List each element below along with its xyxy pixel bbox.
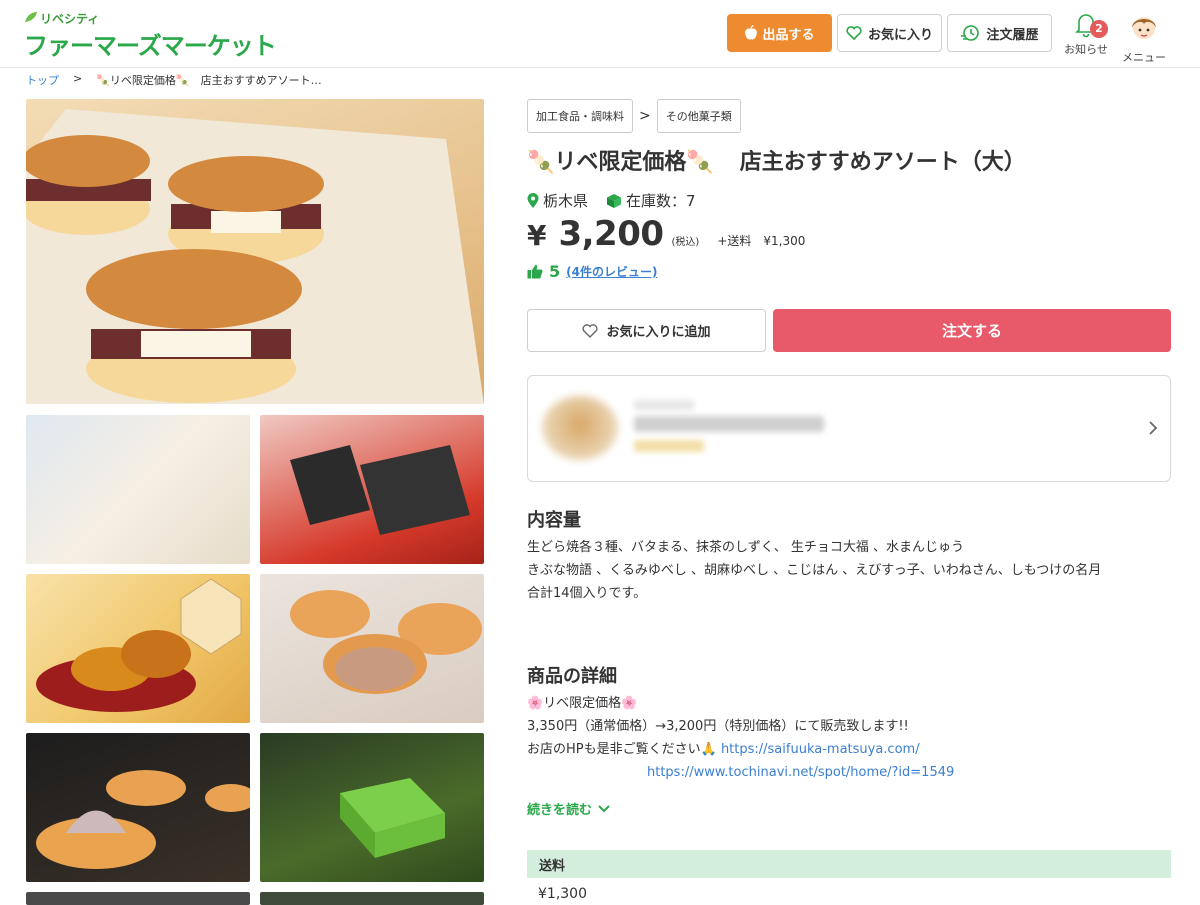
seller-card[interactable] — [527, 375, 1171, 482]
breadcrumb: トップ > 🍡リベ限定価格🍡 店主おすすめアソート… — [26, 72, 322, 88]
category-tags: 加工食品・調味料 > その他菓子類 — [527, 99, 741, 133]
product-thumbnail-6[interactable] — [260, 733, 484, 882]
product-thumbnail-8[interactable] — [260, 892, 484, 905]
category-tag[interactable]: 加工食品・調味料 — [527, 99, 633, 133]
order-button[interactable]: 注文する — [773, 309, 1171, 352]
category-separator: > — [639, 108, 651, 124]
thumbs-up-icon — [527, 264, 543, 279]
chevron-down-icon — [598, 804, 610, 812]
product-thumbnail-3[interactable] — [26, 574, 250, 723]
content-heading: 内容量 — [527, 510, 581, 531]
box-icon — [607, 193, 622, 208]
leaf-icon — [25, 12, 37, 22]
order-history-button[interactable]: 注文履歴 — [947, 14, 1052, 52]
product-thumbnail-5[interactable] — [26, 733, 250, 882]
manju-photo — [290, 590, 482, 694]
detail-line: お店のHPも是非ご覧ください🙏 — [527, 742, 721, 757]
dorayaki-photo — [26, 109, 484, 404]
history-icon — [961, 25, 980, 41]
shipping-heading: 送料 — [527, 850, 1171, 878]
read-more-button[interactable]: 続きを読む — [527, 799, 610, 818]
breadcrumb-current: 🍡リベ限定価格🍡 店主おすすめアソート… — [96, 74, 322, 87]
currency-symbol: ¥ — [527, 219, 547, 252]
seller-avatar — [542, 396, 618, 460]
sesame-sweet-photo — [290, 445, 470, 535]
product-title: 🍡リベ限定価格🍡 店主おすすめアソート（大） — [527, 144, 1026, 176]
tochinavi-url-link[interactable]: https://www.tochinavi.net/spot/home/?id=… — [527, 761, 954, 784]
product-main-image[interactable] — [26, 99, 484, 404]
subcategory-tag[interactable]: その他菓子類 — [656, 99, 741, 133]
sell-button[interactable]: 出品する — [727, 14, 832, 52]
history-label: 注文履歴 — [986, 27, 1039, 43]
location-pin-icon — [527, 192, 539, 208]
site-logo[interactable]: リベシティ ファーマーズマーケット — [24, 10, 277, 60]
iwane-photo — [36, 578, 242, 712]
product-title-prefix: 🍡リベ限定価格🍡 — [527, 150, 714, 175]
product-thumbnail-2[interactable] — [260, 415, 484, 564]
heart-outline-icon — [582, 323, 598, 338]
add-to-favorites-button[interactable]: お気に入りに追加 — [527, 309, 766, 352]
product-thumbnail-1[interactable] — [26, 415, 250, 564]
matcha-photo — [340, 778, 445, 858]
shipping-value: ¥1,300 — [538, 886, 587, 902]
site-header: リベシティ ファーマーズマーケット 出品する お気に入り 注文履歴 2 お知らせ — [0, 0, 1200, 68]
breadcrumb-top-link[interactable]: トップ — [26, 72, 59, 88]
favorites-label: お気に入り — [867, 27, 933, 43]
product-thumbnail-7[interactable] — [26, 892, 250, 905]
content-line: 生どら焼各３種、バタまる、抹茶のしずく、 生チョコ大福 、水まんじゅう — [527, 540, 965, 555]
rating-row: 5 (4件のレビュー) — [527, 262, 657, 281]
add-fav-label: お気に入りに追加 — [606, 325, 711, 340]
logo-subtitle: リベシティ — [40, 12, 100, 26]
shipping-inline: +送料 ¥1,300 — [717, 234, 806, 248]
product-title-main: 店主おすすめアソート（大） — [739, 150, 1026, 175]
nama-dorayaki-photo — [36, 770, 250, 869]
notification-count-badge: 2 — [1090, 20, 1108, 38]
chevron-right-icon — [1149, 421, 1158, 435]
apple-icon — [745, 25, 758, 40]
content-text: 生どら焼各３種、バタまる、抹茶のしずく、 生チョコ大福 、水まんじゅう きぶな物… — [527, 536, 1101, 605]
tax-note: (税込) — [671, 237, 700, 248]
shop-url-link[interactable]: https://saifuuka-matsuya.com/ — [721, 742, 920, 757]
content-line: きぶな物語 、くるみゆべし 、胡麻ゆべし 、こじはん 、えびすっ子、いわねさん、… — [527, 563, 1102, 578]
menu-button[interactable]: メニュー — [1118, 10, 1170, 65]
detail-line: 3,350円（通常価格）→3,200円（特別価格）にて販売致します!! — [527, 719, 909, 734]
notifications-button[interactable]: 2 お知らせ — [1062, 10, 1110, 57]
product-thumbnail-4[interactable] — [260, 574, 484, 723]
seller-name-blurred — [634, 416, 824, 432]
price-row: ¥ 3,200 (税込) +送料 ¥1,300 — [527, 214, 805, 254]
order-label: 注文する — [941, 322, 1002, 340]
product-meta: 栃木県 在庫数：7 — [527, 190, 696, 211]
sell-label: 出品する — [762, 27, 815, 43]
user-avatar-icon — [1132, 17, 1156, 39]
stock-count: 在庫数：7 — [626, 192, 696, 210]
seller-info-blurred — [634, 400, 694, 410]
rating-score: 5 — [549, 262, 561, 281]
detail-line: 🌸リベ限定価格🌸 — [527, 696, 638, 711]
notice-label: お知らせ — [1064, 43, 1108, 56]
menu-label: メニュー — [1122, 51, 1166, 64]
detail-text: 🌸リベ限定価格🌸 3,350円（通常価格）→3,200円（特別価格）にて販売致し… — [527, 692, 954, 784]
prefecture: 栃木県 — [543, 192, 589, 210]
breadcrumb-separator: > — [73, 72, 83, 85]
read-more-label: 続きを読む — [527, 803, 593, 818]
favorites-button[interactable]: お気に入り — [837, 14, 942, 52]
logo-title: ファーマーズマーケット — [24, 32, 277, 60]
seller-rating-blurred — [634, 440, 704, 452]
price: 3,200 — [558, 214, 664, 254]
reviews-link[interactable]: (4件のレビュー) — [566, 263, 657, 280]
content-line: 合計14個入りです。 — [527, 586, 647, 601]
detail-heading: 商品の詳細 — [527, 666, 617, 687]
heart-icon — [846, 26, 862, 40]
